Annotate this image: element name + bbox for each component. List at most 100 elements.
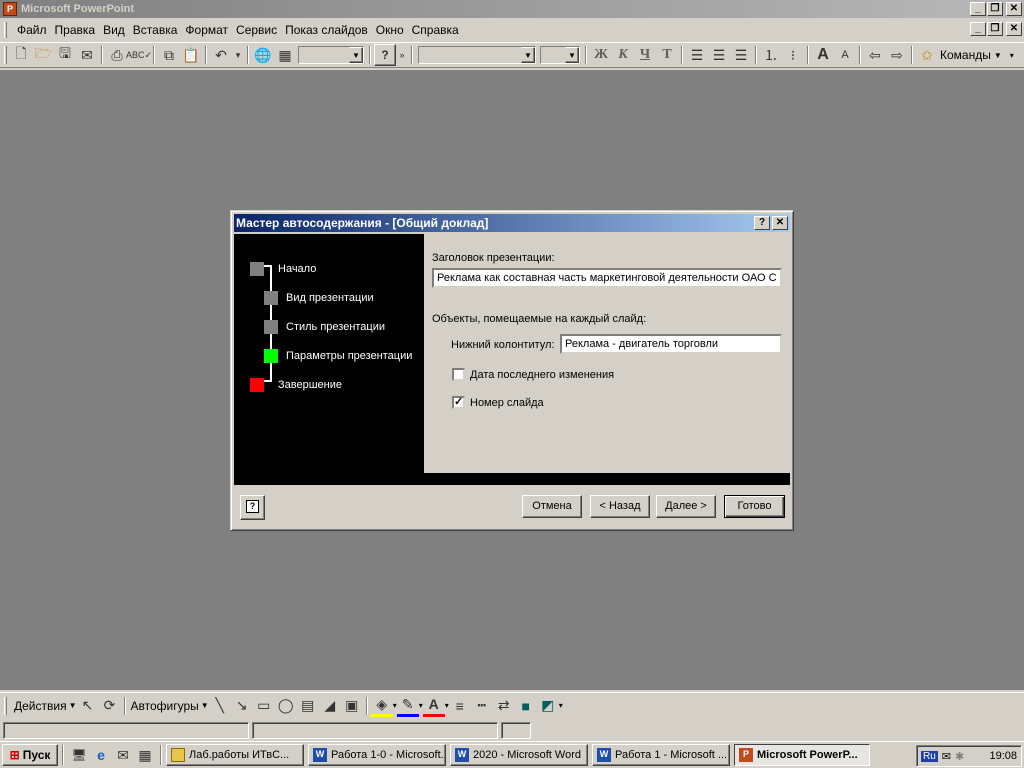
free-rotate-icon[interactable]: ⟳ (99, 695, 121, 717)
tables-icon[interactable]: ▦ (274, 44, 296, 66)
line-icon[interactable]: ╲ (209, 695, 231, 717)
step-finish-marker[interactable] (250, 378, 264, 392)
chevron-down-icon[interactable]: ▼ (69, 701, 77, 710)
menu-window[interactable]: Окно (372, 23, 408, 37)
presentation-title-input[interactable]: Реклама как составная часть маркетингово… (432, 268, 782, 288)
bold-button[interactable]: Ж (590, 44, 612, 66)
new-document-icon[interactable]: 🗋 (10, 44, 32, 66)
save-icon[interactable]: 🖫 (54, 44, 76, 66)
back-button[interactable]: < Назад (590, 495, 650, 518)
promote-icon[interactable]: ⇦ (864, 44, 886, 66)
open-folder-icon[interactable]: 🗁 (32, 44, 54, 66)
dialog-close-icon[interactable]: ✕ (772, 216, 788, 230)
toolbar-more-icon[interactable]: » (396, 44, 408, 66)
doc-close-button[interactable]: ✕ (1006, 22, 1022, 36)
step-type-marker[interactable] (264, 291, 278, 305)
arrow-icon[interactable]: ↘ (231, 695, 253, 717)
actions-menu[interactable]: Действия (12, 699, 69, 713)
font-name-combo[interactable]: ▼ (418, 46, 536, 64)
italic-button[interactable]: К (612, 44, 634, 66)
spelling-icon[interactable]: ABC✓ (126, 44, 152, 66)
rectangle-icon[interactable]: ▭ (253, 695, 275, 717)
print-icon[interactable]: ⎙ (106, 44, 128, 66)
3d-icon[interactable]: ◩ (537, 695, 559, 717)
menubar-grip[interactable] (4, 22, 7, 38)
chevron-down-icon[interactable]: ▾ (559, 701, 563, 710)
shadow-button[interactable]: Т (656, 44, 678, 66)
decrease-font-icon[interactable]: A (834, 44, 856, 66)
antivirus-icon[interactable]: ✉ (942, 750, 951, 763)
undo-icon[interactable]: ↶ (210, 44, 232, 66)
footer-input[interactable]: Реклама - двигатель торговли (560, 334, 782, 354)
taskbar-item-word-1[interactable]: W Работа 1-0 - Microsoft... (308, 744, 446, 766)
menu-slideshow[interactable]: Показ слайдов (281, 23, 372, 37)
align-center-icon[interactable]: ☰ (708, 44, 730, 66)
zoom-combo[interactable]: ▼ (298, 46, 364, 64)
chevron-down-icon[interactable]: ▼ (565, 47, 579, 63)
outlook-icon[interactable]: ✉ (112, 744, 134, 766)
taskbar-item-folder[interactable]: Лаб.работы ИТвС... (166, 744, 304, 766)
select-pointer-icon[interactable]: ↖ (77, 695, 99, 717)
language-indicator[interactable]: Ru (921, 750, 938, 762)
demote-icon[interactable]: ⇨ (886, 44, 908, 66)
menu-file[interactable]: Файл (13, 23, 51, 37)
paste-icon[interactable]: 📋 (180, 44, 202, 66)
chevron-down-icon[interactable]: ▼ (349, 47, 363, 63)
step-style-marker[interactable] (264, 320, 278, 334)
star-icon[interactable]: ✩ (916, 44, 938, 66)
drawbar-grip[interactable] (4, 696, 7, 715)
autoshapes-menu[interactable]: Автофигуры (129, 699, 201, 713)
step-options-marker[interactable] (264, 349, 278, 363)
step-type-label[interactable]: Вид презентации (286, 292, 374, 304)
taskbar-item-word-3[interactable]: W Работа 1 - Microsoft ... (592, 744, 730, 766)
oval-icon[interactable]: ◯ (275, 695, 297, 717)
clipart-icon[interactable]: ▣ (341, 695, 363, 717)
shadow-icon[interactable]: ■ (515, 695, 537, 717)
doc-restore-button[interactable]: ❐ (987, 22, 1003, 36)
menu-format[interactable]: Формат (181, 23, 232, 37)
undo-dropdown-icon[interactable]: ▾ (232, 44, 244, 66)
hyperlink-icon[interactable]: 🌐 (252, 44, 274, 66)
menu-tools[interactable]: Сервис (232, 23, 281, 37)
clock[interactable]: 19:08 (989, 750, 1017, 762)
align-left-icon[interactable]: ☰ (686, 44, 708, 66)
wordart-icon[interactable]: ◢ (319, 695, 341, 717)
start-button[interactable]: ⊞ Пуск (2, 744, 58, 766)
office-assistant-button[interactable]: ? (240, 495, 265, 520)
menu-edit[interactable]: Правка (51, 23, 100, 37)
step-start-marker[interactable] (250, 262, 264, 276)
line-style-icon[interactable]: ≡ (449, 695, 471, 717)
step-finish-label[interactable]: Завершение (278, 379, 342, 391)
network-icon[interactable]: ✱ (955, 750, 964, 763)
minimize-button[interactable]: _ (970, 2, 986, 16)
font-size-combo[interactable]: ▼ (540, 46, 580, 64)
copy-icon[interactable]: ⧉ (158, 44, 180, 66)
arrow-style-icon[interactable]: ⇄ (493, 695, 515, 717)
internet-explorer-icon[interactable]: e (90, 744, 112, 766)
dash-style-icon[interactable]: ┅ (471, 695, 493, 717)
menu-insert[interactable]: Вставка (129, 23, 182, 37)
bullets-icon[interactable]: ⁝ (782, 44, 804, 66)
close-button[interactable]: ✕ (1006, 2, 1022, 16)
taskbar-item-powerpoint[interactable]: P Microsoft PowerP... (734, 744, 870, 766)
finish-button[interactable]: Готово (724, 495, 785, 518)
next-button[interactable]: Далее > (656, 495, 716, 518)
date-checkbox[interactable] (452, 368, 465, 381)
email-icon[interactable]: ✉ (76, 44, 98, 66)
chevron-down-icon[interactable]: ▼ (201, 701, 209, 710)
underline-button[interactable]: Ч (634, 44, 656, 66)
increase-font-icon[interactable]: A (812, 44, 834, 66)
dialog-title-bar[interactable]: Мастер автосодержания - [Общий доклад] ?… (234, 214, 790, 232)
app-title-bar[interactable]: P Microsoft PowerPoint _ ❐ ✕ (0, 0, 1024, 18)
doc-minimize-button[interactable]: _ (970, 22, 986, 36)
calendar-icon[interactable]: ▦ (134, 744, 156, 766)
textbox-icon[interactable]: ▤ (297, 695, 319, 717)
slide-number-checkbox-label[interactable]: Номер слайда (470, 397, 544, 409)
step-options-label[interactable]: Параметры презентации (286, 350, 412, 362)
numbering-icon[interactable]: ⒈ (760, 44, 782, 66)
toolbar-options-icon[interactable]: ▾ (1010, 51, 1014, 60)
commands-menu[interactable]: Команды (940, 48, 991, 62)
chevron-down-icon[interactable]: ▼ (994, 51, 1002, 60)
toolbar-grip[interactable] (4, 46, 7, 64)
dialog-help-icon[interactable]: ? (754, 216, 770, 230)
